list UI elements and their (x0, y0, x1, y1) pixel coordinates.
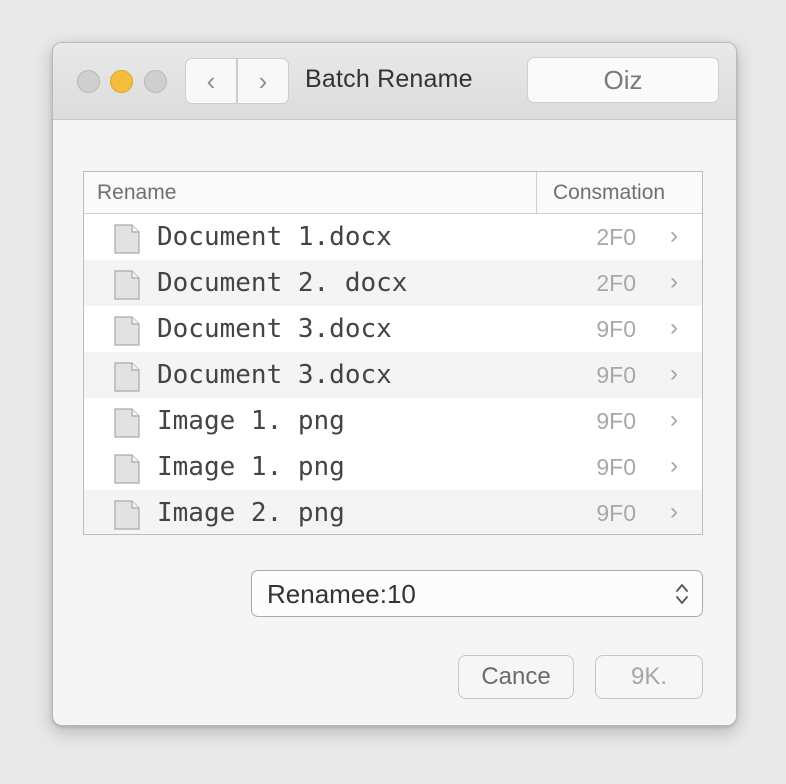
document-icon (114, 454, 140, 484)
document-icon (114, 224, 140, 254)
chevron-left-icon: ‹ (206, 65, 216, 96)
document-icon (114, 408, 140, 438)
rename-count-select[interactable]: Renamee:10 (251, 570, 703, 617)
table-row[interactable]: Document 1.docx 2F0 › (84, 214, 702, 260)
chevron-right-icon[interactable]: › (670, 360, 678, 388)
table-row[interactable]: Document 2. docx 2F0 › (84, 260, 702, 306)
chevron-right-icon[interactable]: › (670, 314, 678, 342)
title-bar: ‹ › Batch Rename Oiz (53, 43, 736, 120)
file-name: Document 2. docx (157, 268, 408, 298)
search-field[interactable]: Oiz (527, 57, 719, 103)
search-text: Oiz (603, 64, 643, 95)
table-row[interactable]: Document 3.docx 9F0 › (84, 352, 702, 398)
document-icon (114, 362, 140, 392)
minimize-window-button[interactable] (110, 70, 133, 93)
file-value: 2F0 (596, 224, 636, 250)
table-row[interactable]: Image 1. png 9F0 › (84, 398, 702, 444)
chevron-right-icon: › (258, 65, 268, 96)
cancel-button[interactable]: Cance (458, 655, 574, 699)
file-name: Document 1.docx (157, 222, 392, 252)
table-row[interactable]: Image 1. png 9F0 › (84, 444, 702, 490)
document-icon (114, 270, 140, 300)
back-button[interactable]: ‹ (185, 58, 237, 104)
forward-button[interactable]: › (237, 58, 289, 104)
file-value: 2F0 (596, 270, 636, 296)
column-divider[interactable] (536, 172, 537, 213)
table-row[interactable]: Document 3.docx 9F0 › (84, 306, 702, 352)
file-table: Rename Consmation Document 1.docx 2F0 › Doc… (83, 171, 703, 535)
ok-button[interactable]: 9K. (595, 655, 703, 699)
file-name: Image 1. png (157, 406, 345, 436)
chevron-right-icon[interactable]: › (670, 406, 678, 434)
chevron-right-icon[interactable]: › (670, 268, 678, 296)
table-body: Document 1.docx 2F0 › Document 2. docx 2F0 › D… (84, 214, 702, 534)
file-name: Image 1. png (157, 452, 345, 482)
batch-rename-window: ‹ › Batch Rename Oiz Rename Consmation D… (52, 42, 737, 726)
file-name: Document 3.docx (157, 360, 392, 390)
file-value: 9F0 (596, 454, 636, 480)
close-window-button[interactable] (77, 70, 100, 93)
select-value: Renamee:10 (267, 579, 416, 609)
zoom-window-button[interactable] (144, 70, 167, 93)
file-name: Document 3.docx (157, 314, 392, 344)
file-value: 9F0 (596, 362, 636, 388)
column-header-consmation[interactable]: Consmation (553, 181, 665, 205)
chevron-right-icon[interactable]: › (670, 222, 678, 250)
file-value: 9F0 (596, 408, 636, 434)
chevron-right-icon[interactable]: › (670, 452, 678, 480)
column-header-rename[interactable]: Rename (97, 181, 176, 205)
table-row[interactable]: Image 2. png 9F0 › (84, 490, 702, 534)
document-icon (114, 500, 140, 530)
file-value: 9F0 (596, 500, 636, 526)
chevron-right-icon[interactable]: › (670, 498, 678, 526)
file-name: Image 2. png (157, 498, 345, 528)
file-value: 9F0 (596, 316, 636, 342)
up-down-arrows-icon (676, 584, 688, 604)
window-title: Batch Rename (305, 65, 473, 93)
table-header: Rename Consmation (84, 172, 702, 214)
document-icon (114, 316, 140, 346)
